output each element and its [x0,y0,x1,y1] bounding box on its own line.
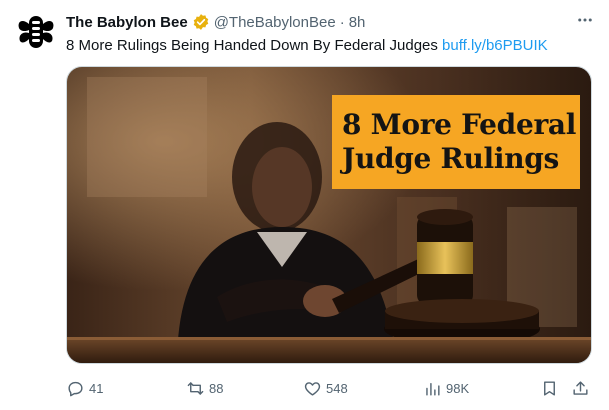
headline-banner: 8 More Federal Judge Rulings [332,95,580,189]
repost-count: 88 [209,380,224,396]
like-count: 548 [326,380,348,396]
views-count: 98K [446,380,470,396]
like-button[interactable]: 548 [303,376,348,400]
bee-logo-icon [18,16,54,48]
repost-button[interactable]: 88 [186,376,223,400]
views-icon [426,382,440,396]
share-icon [573,380,588,395]
tweet-timestamp[interactable]: 8h [349,14,366,31]
banner-line-2: Judge Rulings [342,142,560,175]
bookmark-button[interactable] [540,376,559,400]
views-button[interactable]: 98K [423,376,469,400]
tweet-link[interactable]: buff.ly/b6PBUIK [442,37,548,54]
author-handle[interactable]: @TheBabylonBee [214,14,336,31]
verified-badge-icon [192,13,210,31]
avatar[interactable] [16,12,56,52]
tweet-header: The Babylon Bee @TheBabylonBee · 8h [66,12,365,32]
tweet-image[interactable]: 8 More Federal Judge Rulings [66,66,592,364]
reply-button[interactable]: 41 [66,376,103,400]
more-icon [578,18,592,22]
bookmark-icon [544,380,555,396]
like-icon [304,381,321,396]
header-separator: · [339,13,345,31]
author-name[interactable]: The Babylon Bee [66,14,188,31]
reply-icon [68,381,83,396]
repost-icon [187,381,204,395]
tweet-actions: 41 88 548 98K [66,376,596,400]
reply-count: 41 [89,380,104,396]
share-button[interactable] [571,376,590,400]
tweet-body: 8 More Rulings Being Handed Down By Fede… [66,37,438,54]
banner-line-1: 8 More Federal [342,108,577,141]
more-options-button[interactable] [575,10,595,30]
tweet-text: 8 More Rulings Being Handed Down By Fede… [66,36,548,56]
